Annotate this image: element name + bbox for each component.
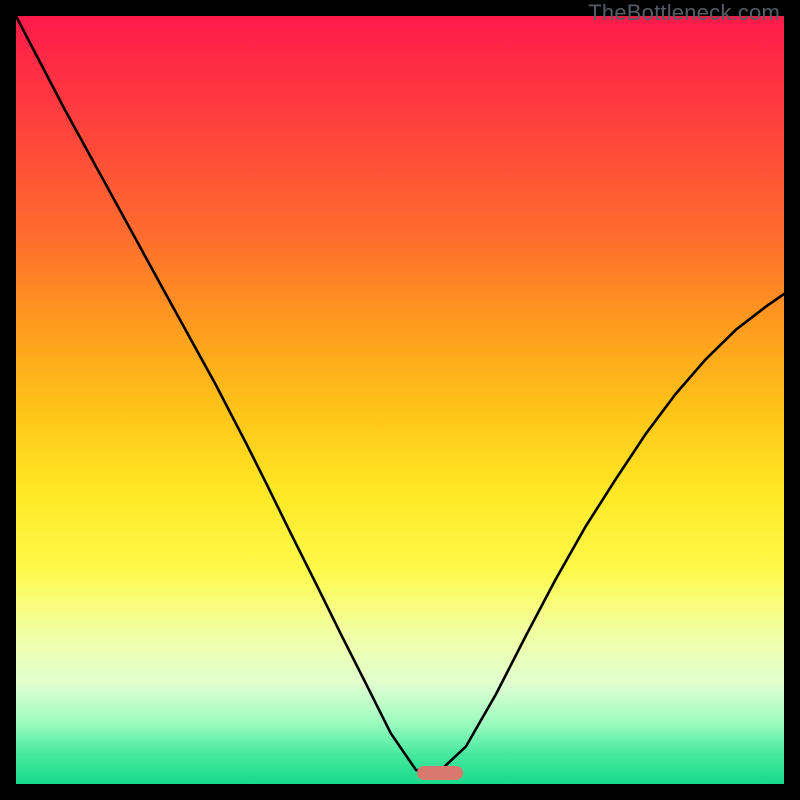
watermark-text: TheBottleneck.com — [588, 0, 780, 26]
plot-area — [16, 16, 784, 784]
balance-marker — [417, 766, 463, 780]
chart-root: TheBottleneck.com — [0, 0, 800, 800]
